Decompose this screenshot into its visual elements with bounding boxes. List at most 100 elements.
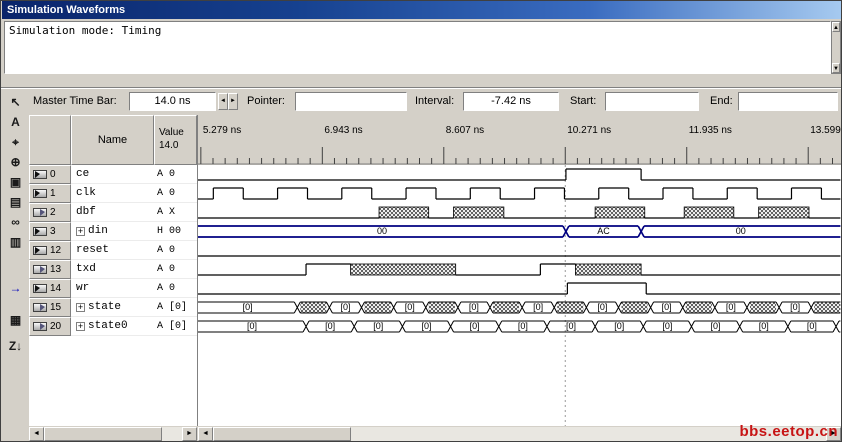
pointer-field[interactable] xyxy=(295,92,407,111)
svg-text:[0]: [0] xyxy=(711,321,721,331)
window-title: Simulation Waveforms xyxy=(7,4,125,16)
scroll-left-arrow-icon[interactable]: ◄ xyxy=(198,427,213,441)
text-tool-icon[interactable]: A xyxy=(5,113,26,131)
grid-icon[interactable]: ▦ xyxy=(5,311,26,329)
output-pin-icon xyxy=(33,265,47,274)
scroll-left-arrow-icon[interactable]: ◄ xyxy=(29,427,44,441)
master-time-bar-label: Master Time Bar: xyxy=(33,95,117,107)
scrollbar-thumb[interactable] xyxy=(44,427,162,441)
signal-row-header[interactable]: 14 xyxy=(29,279,71,298)
next-edge-icon[interactable]: → xyxy=(5,279,26,297)
name-header-label: Name xyxy=(98,134,127,146)
signal-row-dbf[interactable]: 2dbfA X xyxy=(29,203,197,222)
signal-name-cell[interactable]: ce xyxy=(71,165,154,184)
signal-row-reset[interactable]: 12resetA 0 xyxy=(29,241,197,260)
signal-row-header[interactable]: 1 xyxy=(29,184,71,203)
svg-text:[0]: [0] xyxy=(469,302,479,312)
signal-name-cell[interactable]: reset xyxy=(71,241,154,260)
time-step-forward-button[interactable]: ► xyxy=(228,93,238,110)
expand-toggle-icon[interactable]: + xyxy=(76,322,85,331)
output-pin-icon xyxy=(33,322,47,331)
grid-header-icon-column xyxy=(29,115,71,165)
svg-text:[0]: [0] xyxy=(759,321,769,331)
signal-name: dbf xyxy=(76,206,96,218)
scrollbar-track[interactable] xyxy=(213,427,826,441)
signal-row-header[interactable]: 0 xyxy=(29,165,71,184)
signal-index: 1 xyxy=(50,188,56,199)
input-pin-icon xyxy=(33,170,47,179)
input-pin-icon xyxy=(33,227,47,236)
start-field[interactable] xyxy=(605,92,699,111)
scroll-up-arrow-icon[interactable]: ▲ xyxy=(832,22,840,32)
signal-value-cell: A 0 xyxy=(154,260,197,279)
signal-row-wr[interactable]: 14 wr A 0 xyxy=(29,279,197,298)
signal-value-cell: A 0 xyxy=(154,241,197,260)
signal-row-header[interactable]: 13 xyxy=(29,260,71,279)
svg-text:[0]: [0] xyxy=(662,302,672,312)
names-horizontal-scrollbar[interactable]: ◄ ► xyxy=(29,427,197,441)
signal-row-state0[interactable]: 20+state0A [0] xyxy=(29,317,197,336)
svg-text:[0]: [0] xyxy=(662,321,672,331)
svg-text:00: 00 xyxy=(736,226,746,236)
svg-text:[0]: [0] xyxy=(597,302,607,312)
simulation-waveforms-window: Simulation Waveforms Simulation mode: Ti… xyxy=(0,0,842,442)
zoom-tool-icon[interactable]: ⊕ xyxy=(5,153,26,171)
waveform-display-area[interactable]: 5.279 ns6.943 ns8.607 ns10.271 ns11.935 … xyxy=(198,115,841,426)
signal-name-cell[interactable]: +state0 xyxy=(71,317,154,336)
copy-icon[interactable]: ▣ xyxy=(5,173,26,191)
scroll-down-arrow-icon[interactable]: ▼ xyxy=(832,63,840,73)
signal-row-din[interactable]: 3 +dinH 00 xyxy=(29,222,197,241)
signal-index: 14 xyxy=(50,283,61,294)
find-icon[interactable]: ∞ xyxy=(5,213,26,231)
signal-row-header[interactable]: 2 xyxy=(29,203,71,222)
signal-row-state[interactable]: 15+stateA [0] xyxy=(29,298,197,317)
signal-index: 3 xyxy=(50,226,56,237)
svg-text:AC: AC xyxy=(597,226,610,236)
signal-value-cell: A 0 xyxy=(154,279,197,298)
signal-row-header[interactable]: 20 xyxy=(29,317,71,336)
signal-name: wr xyxy=(76,282,89,294)
signal-row-header[interactable]: 3 xyxy=(29,222,71,241)
signal-value-cell: A [0] xyxy=(154,317,197,336)
signal-name-cell[interactable]: wr xyxy=(71,279,154,298)
sort-icon[interactable]: Z↓ xyxy=(5,337,26,355)
time-step-back-button[interactable]: ◄ xyxy=(218,93,228,110)
value-header-line1: Value xyxy=(159,127,184,138)
window-title-bar[interactable]: Simulation Waveforms xyxy=(2,1,842,19)
simulation-message-panel: Simulation mode: Timing xyxy=(4,21,831,74)
signal-name-cell[interactable]: clk xyxy=(71,184,154,203)
svg-text:13.599 ns: 13.599 ns xyxy=(810,125,841,136)
svg-text:[0]: [0] xyxy=(470,321,480,331)
end-field[interactable] xyxy=(738,92,838,111)
selection-tool-icon[interactable]: ↖ xyxy=(5,93,26,111)
svg-text:10.271 ns: 10.271 ns xyxy=(567,125,611,136)
signal-row-txd[interactable]: 13txdA 0 xyxy=(29,260,197,279)
svg-text:[0]: [0] xyxy=(533,302,543,312)
scrollbar-track[interactable] xyxy=(44,427,182,441)
waveform-canvas[interactable]: 5.279 ns6.943 ns8.607 ns10.271 ns11.935 … xyxy=(198,115,841,426)
edit-tool-icon[interactable]: ⌖ xyxy=(5,133,26,151)
svg-text:[0]: [0] xyxy=(340,302,350,312)
signal-name-cell[interactable]: +state xyxy=(71,298,154,317)
replace-icon[interactable]: ▥ xyxy=(5,233,26,251)
expand-toggle-icon[interactable]: + xyxy=(76,303,85,312)
signal-name-cell[interactable]: txd xyxy=(71,260,154,279)
signal-name-cell[interactable]: dbf xyxy=(71,203,154,222)
signal-value-cell: H 00 xyxy=(154,222,197,241)
master-time-bar-field[interactable]: 14.0 ns xyxy=(129,92,216,111)
scrollbar-thumb[interactable] xyxy=(213,427,351,441)
paste-icon[interactable]: ▤ xyxy=(5,193,26,211)
signal-index: 15 xyxy=(50,302,61,313)
interval-field[interactable]: -7.42 ns xyxy=(463,92,559,111)
scroll-right-arrow-icon[interactable]: ► xyxy=(182,427,197,441)
signal-value-cell: A 0 xyxy=(154,184,197,203)
expand-toggle-icon[interactable]: + xyxy=(76,227,85,236)
signal-row-header[interactable]: 15 xyxy=(29,298,71,317)
signal-row-header[interactable]: 12 xyxy=(29,241,71,260)
watermark-text: bbs.eetop.cn xyxy=(739,423,838,440)
time-toolbar: Master Time Bar: 14.0 ns ◄ ► Pointer: In… xyxy=(29,91,841,113)
message-vertical-scrollbar[interactable]: ▲ ▼ xyxy=(831,21,841,74)
signal-row-ce[interactable]: 0ceA 0 xyxy=(29,165,197,184)
signal-row-clk[interactable]: 1 clkA 0 xyxy=(29,184,197,203)
signal-name-cell[interactable]: +din xyxy=(71,222,154,241)
